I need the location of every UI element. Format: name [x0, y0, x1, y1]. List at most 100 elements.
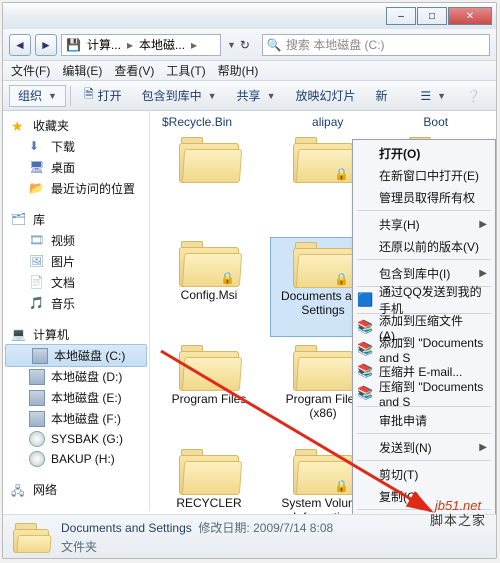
context-menu-item[interactable]: 📚添加到 "Documents and S	[353, 338, 495, 360]
nav-downloads[interactable]: ⬇下载	[3, 136, 149, 157]
context-menu-item[interactable]: 管理员取得所有权	[353, 186, 495, 208]
menu-item-label: 包含到库中(I)	[379, 265, 450, 282]
status-name: Documents and Settings	[61, 521, 192, 535]
menu-item-label: 还原以前的版本(V)	[379, 238, 479, 255]
menu-item-icon: 📚	[357, 341, 373, 357]
menu-file[interactable]: 文件(F)	[7, 62, 54, 79]
include-library-button[interactable]: 包含到库中▼	[133, 85, 226, 107]
status-bar: Documents and Settings 修改日期: 2009/7/14 8…	[3, 514, 496, 558]
nav-forward-button[interactable]: ►	[35, 34, 57, 56]
nav-libraries[interactable]: 🗂库	[3, 209, 149, 230]
breadcrumb-segment[interactable]: 计算...	[85, 36, 123, 53]
submenu-arrow-icon: ▶	[479, 268, 487, 279]
view-button[interactable]: ☰▼	[411, 85, 455, 107]
menu-edit[interactable]: 编辑(E)	[58, 62, 106, 79]
breadcrumb[interactable]: 💾 计算... ▸ 本地磁... ▸	[61, 34, 221, 56]
open-icon: 🗎	[84, 85, 94, 106]
folder-label: Config.Msi	[181, 289, 238, 303]
organize-button[interactable]: 组织▼	[9, 85, 66, 107]
close-button[interactable]: ✕	[448, 7, 492, 25]
folder-item[interactable]: 🔒 Config.Msi	[156, 237, 262, 337]
nav-pictures[interactable]: 🖼图片	[3, 251, 149, 272]
menu-item-label: 共享(H)	[379, 216, 420, 233]
maximize-button[interactable]: □	[417, 7, 447, 25]
nav-videos[interactable]: 🎞视频	[3, 230, 149, 251]
context-menu-item[interactable]: 包含到库中(I) ▶	[353, 262, 495, 284]
nav-computer[interactable]: 💻计算机	[3, 324, 149, 345]
menu-view[interactable]: 查看(V)	[110, 62, 158, 79]
nav-drive-e[interactable]: 本地磁盘 (E:)	[3, 387, 149, 408]
open-button[interactable]: 🗎打开	[75, 85, 131, 107]
context-menu-item[interactable]: 审批申请	[353, 409, 495, 431]
lock-icon: 🔒	[334, 272, 349, 286]
nav-documents[interactable]: 📄文档	[3, 272, 149, 293]
menu-item-label: 管理员取得所有权	[379, 189, 475, 206]
folder-icon	[177, 447, 241, 495]
menubar: 文件(F) 编辑(E) 查看(V) 工具(T) 帮助(H)	[3, 61, 496, 81]
refresh-icon[interactable]: ↻	[240, 38, 250, 52]
drive-icon: 💾	[66, 38, 81, 52]
nav-desktop[interactable]: 🖥桌面	[3, 157, 149, 178]
folder-icon: 🔒	[291, 135, 355, 183]
minimize-button[interactable]: –	[386, 7, 416, 25]
folder-item[interactable]	[156, 133, 262, 233]
help-button[interactable]: ❔	[457, 85, 490, 107]
search-input[interactable]: 🔍 搜索 本地磁盘 (C:)	[262, 34, 490, 56]
new-folder-button[interactable]: 新	[367, 85, 397, 107]
nav-drive-h[interactable]: BAKUP (H:)	[3, 449, 149, 469]
chevron-right-icon: ▸	[127, 38, 133, 52]
folder-icon	[177, 135, 241, 183]
menu-item-label: 在新窗口中打开(E)	[379, 167, 479, 184]
context-menu-item[interactable]: 在新窗口中打开(E)	[353, 164, 495, 186]
menu-item-label: 复制(C)	[379, 488, 420, 505]
menu-item-icon: 🟦	[357, 292, 373, 308]
menu-help[interactable]: 帮助(H)	[214, 62, 263, 79]
nav-network[interactable]: 🖧网络	[3, 479, 149, 500]
context-menu-item[interactable]: 打开(O)	[353, 142, 495, 164]
col-name[interactable]: $Recycle.Bin	[162, 115, 232, 129]
nav-drive-g[interactable]: SYSBAK (G:)	[3, 429, 149, 449]
context-menu-item[interactable]: 剪切(T)	[353, 463, 495, 485]
chevron-right-icon: ▸	[191, 38, 197, 52]
nav-recent[interactable]: 📂最近访问的位置	[3, 178, 149, 199]
nav-favorites[interactable]: ★收藏夹	[3, 115, 149, 136]
menu-item-label: 发送到(N)	[379, 439, 432, 456]
column-headers: $Recycle.Bin alipay Boot	[156, 115, 490, 133]
submenu-arrow-icon: ▶	[479, 219, 487, 230]
nav-drive-f[interactable]: 本地磁盘 (F:)	[3, 408, 149, 429]
nav-drive-c[interactable]: 本地磁盘 (C:)	[5, 344, 147, 367]
breadcrumb-dropdown-icon[interactable]: ▼	[227, 40, 236, 50]
folder-icon: 🔒	[291, 240, 355, 288]
menu-item-label: 压缩到 "Documents and S	[379, 378, 487, 409]
share-button[interactable]: 共享▼	[228, 85, 285, 107]
search-icon: 🔍	[267, 38, 282, 52]
menu-item-label: 打开(O)	[379, 145, 420, 162]
lock-icon: 🔒	[220, 271, 235, 285]
folder-icon	[291, 343, 355, 391]
context-menu-item[interactable]: 📚压缩到 "Documents and S	[353, 382, 495, 404]
folder-item[interactable]: Program Files	[156, 341, 262, 441]
menu-item-label: 剪切(T)	[379, 466, 418, 483]
col-name[interactable]: Boot	[423, 115, 448, 129]
nav-pane: ★收藏夹 ⬇下载 🖥桌面 📂最近访问的位置 🗂库 🎞视频 🖼图片 📄文档 🎵音乐…	[3, 111, 150, 511]
status-type: 文件夹	[61, 538, 333, 555]
nav-back-button[interactable]: ◄	[9, 34, 31, 56]
menu-item-icon: 📚	[357, 319, 373, 335]
breadcrumb-segment[interactable]: 本地磁...	[137, 36, 187, 53]
status-meta: 修改日期: 2009/7/14 8:08	[198, 521, 333, 535]
menu-tools[interactable]: 工具(T)	[162, 62, 209, 79]
slideshow-button[interactable]: 放映幻灯片	[286, 85, 364, 107]
context-menu-item[interactable]: 发送到(N)▶	[353, 436, 495, 458]
context-menu-item[interactable]: 🟦通过QQ发送到我的手机	[353, 289, 495, 311]
search-placeholder: 搜索 本地磁盘 (C:)	[286, 36, 385, 53]
context-menu-item[interactable]: 还原以前的版本(V)	[353, 235, 495, 257]
nav-music[interactable]: 🎵音乐	[3, 293, 149, 314]
address-bar: ◄ ► 💾 计算... ▸ 本地磁... ▸ ▼ ↻ 🔍 搜索 本地磁盘 (C:…	[3, 29, 496, 61]
folder-label: Program Files	[172, 393, 247, 407]
menu-item-icon: 📚	[357, 363, 373, 379]
nav-drive-d[interactable]: 本地磁盘 (D:)	[3, 366, 149, 387]
context-menu: 打开(O)在新窗口中打开(E)管理员取得所有权共享(H)▶还原以前的版本(V)包…	[352, 139, 496, 559]
col-name[interactable]: alipay	[312, 115, 343, 129]
folder-label: RECYCLER	[176, 497, 241, 511]
context-menu-item[interactable]: 共享(H) ▶	[353, 213, 495, 235]
